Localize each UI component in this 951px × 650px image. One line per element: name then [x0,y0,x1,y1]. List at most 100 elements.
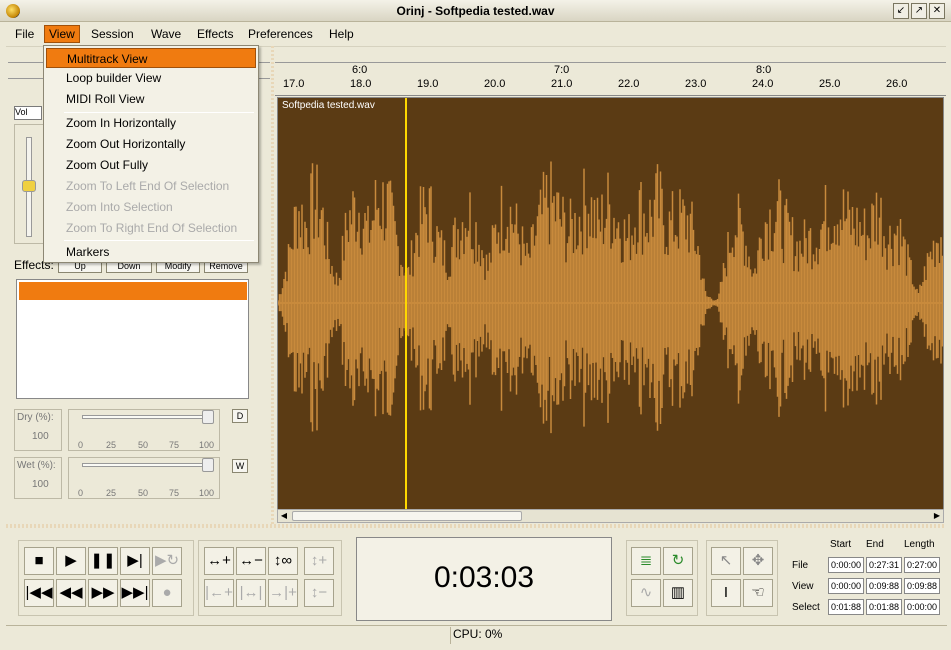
text-select-tool-icon[interactable]: I [711,579,741,607]
wet-slider-knob[interactable] [202,458,214,472]
horizontal-scrollbar[interactable]: ◀ ▶ [277,509,944,523]
zoom-out-horizontal-button[interactable]: ↔− [236,547,266,575]
menu-item-multitrack-view[interactable]: Multitrack View [46,48,256,68]
scroll-left-icon[interactable]: ◀ [278,510,290,522]
wet-value: 100 [32,479,49,490]
scale-label: 100 [199,440,215,450]
menu-item-midi-roll-view[interactable]: MIDI Roll View [46,89,256,109]
select-length-cell[interactable]: 0:00:00 [904,599,940,615]
waveform-view[interactable]: Softpedia tested.wav [277,97,944,510]
header-start: Start [830,539,852,550]
zoom-left-selection-button[interactable]: |←+ [204,579,234,607]
menu-item-zoom-into-selection[interactable]: Zoom Into Selection [46,197,256,217]
panel-splitter[interactable] [271,46,274,524]
bottom-splitter[interactable] [6,524,946,528]
file-end-cell[interactable]: 0:27:31 [866,557,902,573]
dry-slider[interactable] [82,415,214,419]
waveform-graphic [278,161,943,434]
midi-roll-icon[interactable]: ▥ [663,579,693,607]
window-title: Orinj - Softpedia tested.wav [396,4,555,18]
wet-slider[interactable] [82,463,214,467]
play-button[interactable]: ▶ [56,547,86,575]
dry-value: 100 [32,431,49,442]
ruler-line [275,62,946,63]
beat-label: 17.0 [283,78,305,90]
fast-forward-button[interactable]: ▶▶ [88,579,118,607]
menu-item-zoom-out-horizontally[interactable]: Zoom Out Horizontally [46,134,256,154]
zoom-full-vertical-button[interactable]: ↕∞ [268,547,298,575]
menu-wave[interactable]: Wave [151,27,181,41]
rewind-button[interactable]: ◀◀ [56,579,86,607]
wave-view-icon[interactable]: ∿ [631,579,661,607]
rewind-start-button[interactable]: |◀◀ [24,579,54,607]
menu-item-zoom-in-horizontally[interactable]: Zoom In Horizontally [46,113,256,133]
move-tool-icon[interactable]: ✥ [743,547,773,575]
hand-tool-icon[interactable]: ☜ [743,579,773,607]
beat-label: 19.0 [417,78,439,90]
view-start-cell[interactable]: 0:00:00 [828,578,864,594]
bar-label: 8:0 [756,64,772,76]
file-start-cell[interactable]: 0:00:00 [828,557,864,573]
zoom-in-horizontal-button[interactable]: ↔+ [204,547,234,575]
beat-label: 21.0 [551,78,573,90]
forward-end-button[interactable]: ▶▶| [120,579,150,607]
beat-label: 25.0 [819,78,841,90]
app-icon[interactable] [6,4,20,18]
dry-slider-knob[interactable] [202,410,214,424]
dry-d-button[interactable]: D [232,409,248,423]
beat-label: 18.0 [350,78,372,90]
scroll-right-icon[interactable]: ▶ [931,510,943,522]
wet-w-button[interactable]: W [232,459,248,473]
volume-knob[interactable] [22,180,36,192]
zoom-into-selection-button[interactable]: |↔| [236,579,266,607]
multitrack-view-icon[interactable]: ≣ [631,547,661,575]
menu-item-markers[interactable]: Markers [46,242,256,262]
menu-session[interactable]: Session [91,27,134,41]
select-end-cell[interactable]: 0:01:88 [866,599,902,615]
zoom-right-selection-button[interactable]: →|+ [268,579,298,607]
menu-effects[interactable]: Effects [197,27,233,41]
row-label: File [792,560,809,571]
maximize-button[interactable]: ↗ [911,3,927,19]
zoom-out-vertical-button[interactable]: ↕− [304,579,334,607]
menu-item-zoom-out-fully[interactable]: Zoom Out Fully [46,155,256,175]
menu-item-zoom-right-end[interactable]: Zoom To Right End Of Selection [46,218,256,238]
stop-button[interactable]: ■ [24,547,54,575]
volume-type-select[interactable]: Vol [14,106,42,120]
pause-button[interactable]: ❚❚ [88,547,118,575]
time-info-table: Start End Length File 0:00:00 0:27:31 0:… [790,537,945,621]
scale-label: 25 [106,440,117,450]
minimize-button[interactable]: ↙ [893,3,909,19]
menu-item-zoom-left-end[interactable]: Zoom To Left End Of Selection [46,176,256,196]
menu-view[interactable]: View [44,25,80,43]
effects-list[interactable] [16,279,249,399]
bar-label: 7:0 [554,64,570,76]
pointer-tool-icon[interactable]: ↖ [711,547,741,575]
select-start-cell[interactable]: 0:01:88 [828,599,864,615]
playback-cursor[interactable] [405,98,407,509]
header-end: End [866,539,884,550]
beat-label: 23.0 [685,78,707,90]
row-label: Select [792,602,820,613]
zoom-in-vertical-button[interactable]: ↕+ [304,547,334,575]
row-label: View [792,581,814,592]
loop-play-button[interactable]: ▶↻ [152,547,182,575]
view-end-cell[interactable]: 0:09:88 [866,578,902,594]
view-length-cell[interactable]: 0:09:88 [904,578,940,594]
loop-builder-icon[interactable]: ↻ [663,547,693,575]
dry-label: Dry (%): [17,412,54,423]
play-to-end-button[interactable]: ▶| [120,547,150,575]
selected-effect-row[interactable] [19,282,247,300]
menu-item-loop-builder-view[interactable]: Loop builder View [46,68,256,88]
menu-help[interactable]: Help [329,27,354,41]
beat-label: 24.0 [752,78,774,90]
file-length-cell[interactable]: 0:27:00 [904,557,940,573]
scroll-thumb[interactable] [292,511,522,521]
record-button[interactable]: ● [152,579,182,607]
header-length: Length [904,539,935,550]
scale-label: 75 [169,488,180,498]
menu-file[interactable]: File [15,27,34,41]
close-button[interactable]: ✕ [929,3,945,19]
menu-preferences[interactable]: Preferences [248,27,313,41]
title-bar: Orinj - Softpedia tested.wav [0,0,951,22]
